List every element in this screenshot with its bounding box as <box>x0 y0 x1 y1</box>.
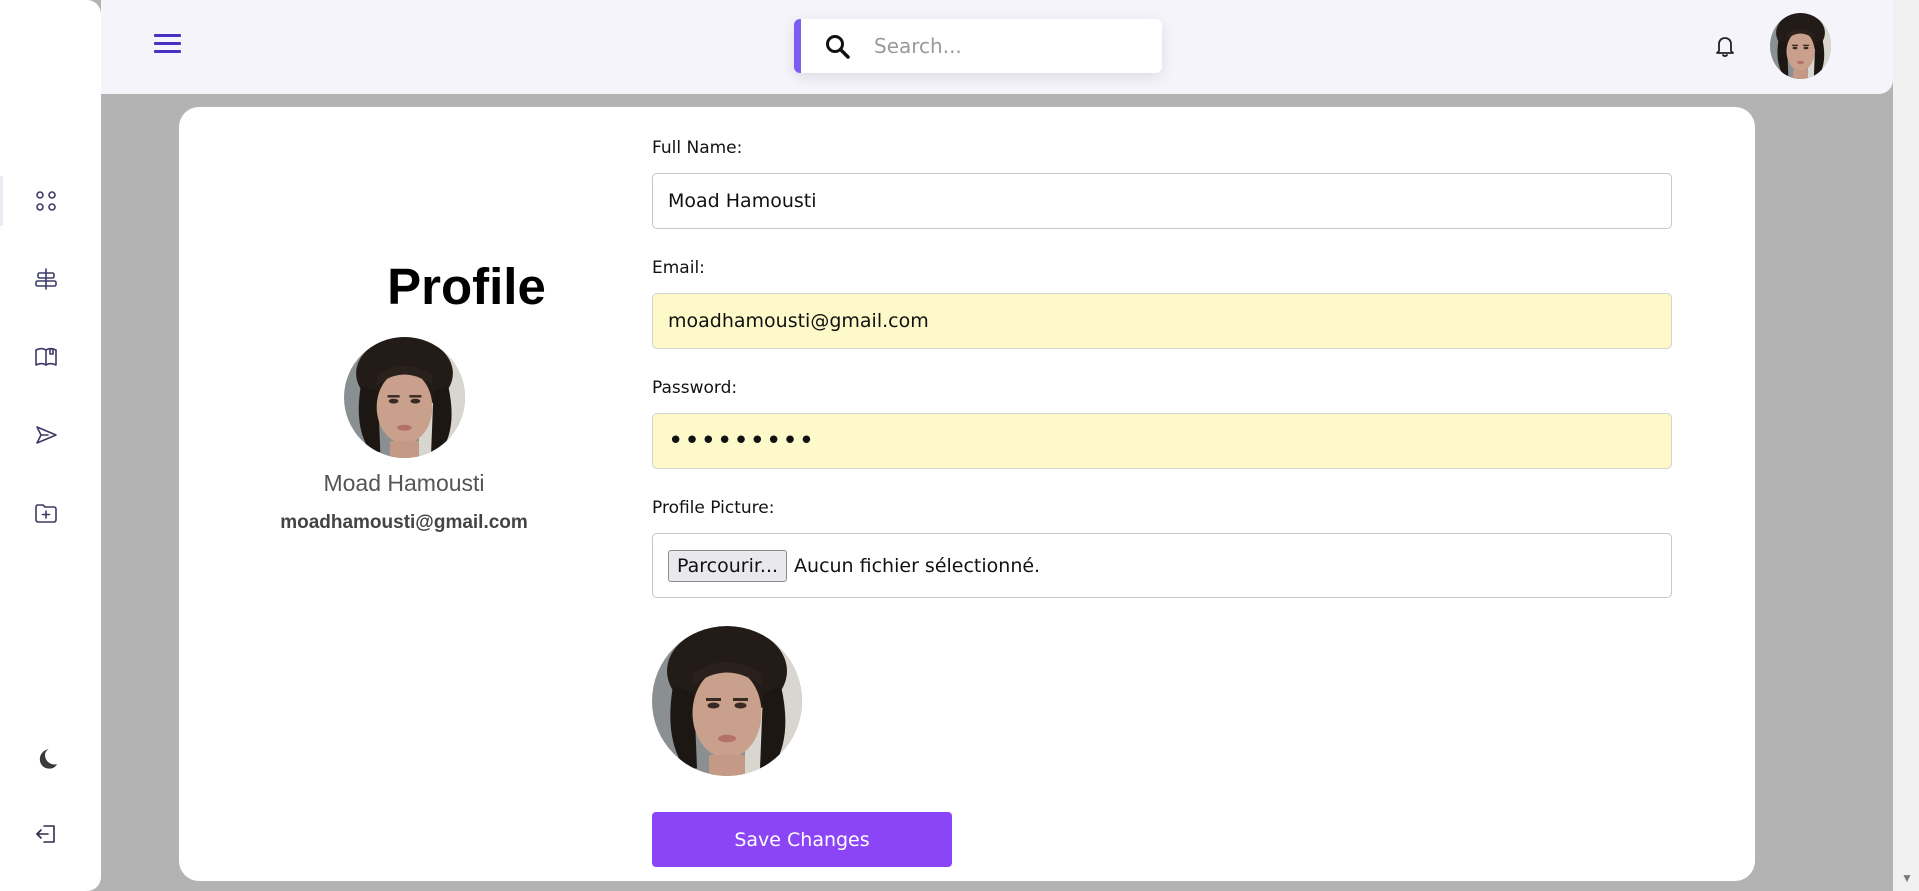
search-accent-bar <box>794 19 801 73</box>
logout-icon <box>36 825 55 843</box>
sidebar-active-indicator <box>0 176 3 226</box>
search-input[interactable] <box>874 27 1144 65</box>
scroll-down-arrow-icon[interactable]: ▼ <box>1900 871 1914 885</box>
scrollbar-thumb[interactable] <box>1900 8 1910 853</box>
folder-add-icon <box>35 504 57 523</box>
menu-toggle[interactable] <box>151 28 185 58</box>
sidebar-item-send[interactable] <box>30 419 62 451</box>
logout-button[interactable] <box>30 818 62 850</box>
sidebar-item-book[interactable] <box>30 341 62 373</box>
profile-card: Profile Moad Hamousti moadhamousti@gmail… <box>179 107 1755 881</box>
avatar-photo <box>1770 13 1831 79</box>
file-upload-field[interactable]: Parcourir... Aucun fichier sélectionné. <box>652 533 1672 598</box>
preview-photo <box>652 626 802 776</box>
top-bar <box>101 0 1893 94</box>
email-field[interactable] <box>652 293 1672 349</box>
user-avatar[interactable] <box>1770 13 1831 79</box>
search-bar <box>794 19 1162 73</box>
profile-email: moadhamousti@gmail.com <box>280 512 528 533</box>
profile-avatar <box>344 337 465 458</box>
theme-toggle[interactable] <box>30 743 62 775</box>
browse-button[interactable]: Parcourir... <box>668 549 788 582</box>
password-label: Password: <box>652 378 738 398</box>
save-changes-button[interactable]: Save Changes <box>652 812 952 867</box>
email-label: Email: <box>652 258 705 278</box>
sidebar-item-align[interactable] <box>30 263 62 295</box>
page-title: Profile <box>387 258 546 315</box>
send-icon <box>36 426 57 444</box>
hamburger-menu-icon <box>154 34 181 53</box>
sidebar <box>0 0 101 891</box>
bell-icon[interactable] <box>1711 32 1739 60</box>
sidebar-item-folder-add[interactable] <box>30 497 62 529</box>
align-center-icon <box>35 268 57 290</box>
dashboard-icon <box>36 191 56 211</box>
file-status-text: Aucun fichier sélectionné. <box>794 554 1041 577</box>
full-name-field[interactable] <box>652 173 1672 229</box>
full-name-label: Full Name: <box>652 138 743 158</box>
sidebar-item-dashboard[interactable] <box>30 185 62 217</box>
moon-icon <box>39 749 57 769</box>
profile-picture-label: Profile Picture: <box>652 498 775 518</box>
profile-name: Moad Hamousti <box>323 470 485 496</box>
profile-picture-preview <box>652 626 802 776</box>
password-field[interactable] <box>652 413 1672 469</box>
search-icon[interactable] <box>824 33 852 61</box>
book-icon <box>35 347 57 366</box>
profile-photo <box>344 337 465 458</box>
